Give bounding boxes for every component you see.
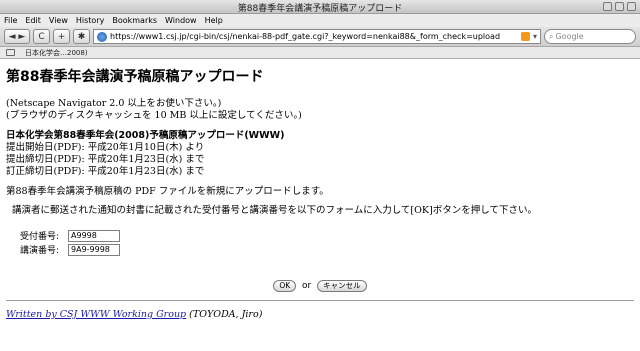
footer: Written by CSJ WWW Working Group (TOYODA… — [6, 309, 634, 321]
instructions: 講演者に郵送された通知の封書に記載された受付番号と講演番号を以下のフォームに入力… — [12, 205, 537, 216]
menu-bar: File Edit View History Bookmarks Window … — [0, 14, 640, 27]
navigation-toolbar: ◄ ► C + ✱ https://www1.csj.jp/cgi-bin/cs… — [0, 27, 640, 47]
browser-note: (Netscape Navigator 2.0 以上をお使い下さい。) — [6, 98, 222, 109]
receipt-number-row: 受付番号: — [20, 229, 634, 242]
menu-view[interactable]: View — [49, 16, 68, 25]
lock-icon — [603, 2, 612, 11]
zoom-button[interactable] — [627, 2, 636, 11]
schedule-title: 日本化学会第88春季年会(2008)予稿原稿アップロード(WWW) — [6, 130, 285, 141]
search-input[interactable]: ⌕ Google — [544, 29, 636, 44]
footer-author: (TOYODA, Jiro) — [186, 309, 263, 320]
bookmarks-icon[interactable] — [6, 49, 15, 56]
minimize-button[interactable] — [615, 2, 624, 11]
schedule-start: 提出開始日(PDF): 平成20年1月10日(木) より — [6, 142, 205, 153]
back-forward-button[interactable]: ◄ ► — [4, 29, 30, 44]
url-bar[interactable]: https://www1.csj.jp/cgi-bin/csj/nenkai-8… — [93, 29, 541, 44]
reload-icon[interactable]: C — [33, 29, 50, 44]
page-title: 第88春季年会講演予稿原稿アップロード — [6, 69, 264, 85]
schedule-section: 日本化学会第88春季年会(2008)予稿原稿アップロード(WWW) 提出開始日(… — [6, 130, 634, 178]
schedule-fix: 訂正締切日(PDF): 平成20年1月23日(水) まで — [6, 166, 205, 177]
site-icon — [97, 31, 107, 42]
lecture-number-row: 講演番号: — [20, 243, 634, 256]
window-controls — [603, 2, 636, 11]
search-placeholder: Google — [555, 32, 584, 41]
add-bookmark-icon[interactable]: + — [53, 29, 70, 44]
url-text[interactable]: https://www1.csj.jp/cgi-bin/csj/nenkai-8… — [110, 32, 518, 41]
browser-notes: (Netscape Navigator 2.0 以上をお使い下さい。) (ブラウ… — [6, 98, 634, 122]
cache-note: (ブラウザのディスクキャッシュを 10 MB 以上に設定してください。) — [6, 110, 302, 121]
description: 第88春季年会講演予稿原稿の PDF ファイルを新規にアップロードします。 — [6, 186, 329, 197]
lecture-number-label: 講演番号: — [20, 246, 60, 256]
form-buttons: OK or キャンセル — [6, 280, 634, 292]
dropdown-icon[interactable]: ▾ — [533, 32, 537, 41]
receipt-number-input[interactable] — [68, 229, 120, 242]
menu-bookmarks[interactable]: Bookmarks — [112, 16, 157, 25]
receipt-number-label: 受付番号: — [20, 232, 60, 242]
bug-icon[interactable]: ✱ — [73, 29, 90, 44]
menu-history[interactable]: History — [76, 16, 104, 25]
ok-button[interactable]: OK — [273, 280, 297, 292]
lecture-number-input[interactable] — [68, 243, 120, 256]
rss-icon[interactable] — [520, 32, 530, 41]
search-icon: ⌕ — [549, 31, 554, 41]
menu-edit[interactable]: Edit — [25, 16, 41, 25]
footer-link[interactable]: Written by CSJ WWW Working Group — [6, 309, 186, 320]
window-title: 第88春季年会講演予稿原稿アップロード — [237, 4, 403, 14]
cancel-button[interactable]: キャンセル — [317, 280, 367, 292]
menu-file[interactable]: File — [4, 16, 17, 25]
schedule-end: 提出締切日(PDF): 平成20年1月23日(水) まで — [6, 154, 205, 165]
window-titlebar: 第88春季年会講演予稿原稿アップロード — [0, 0, 640, 14]
bookmark-item[interactable]: 日本化学会…2008) — [25, 48, 88, 58]
page-content: 第88春季年会講演予稿原稿アップロード (Netscape Navigator … — [0, 61, 640, 351]
bookmarks-bar: 日本化学会…2008) — [0, 47, 640, 59]
divider — [6, 300, 634, 301]
menu-window[interactable]: Window — [165, 16, 197, 25]
menu-help[interactable]: Help — [205, 16, 223, 25]
or-text: or — [302, 281, 312, 291]
